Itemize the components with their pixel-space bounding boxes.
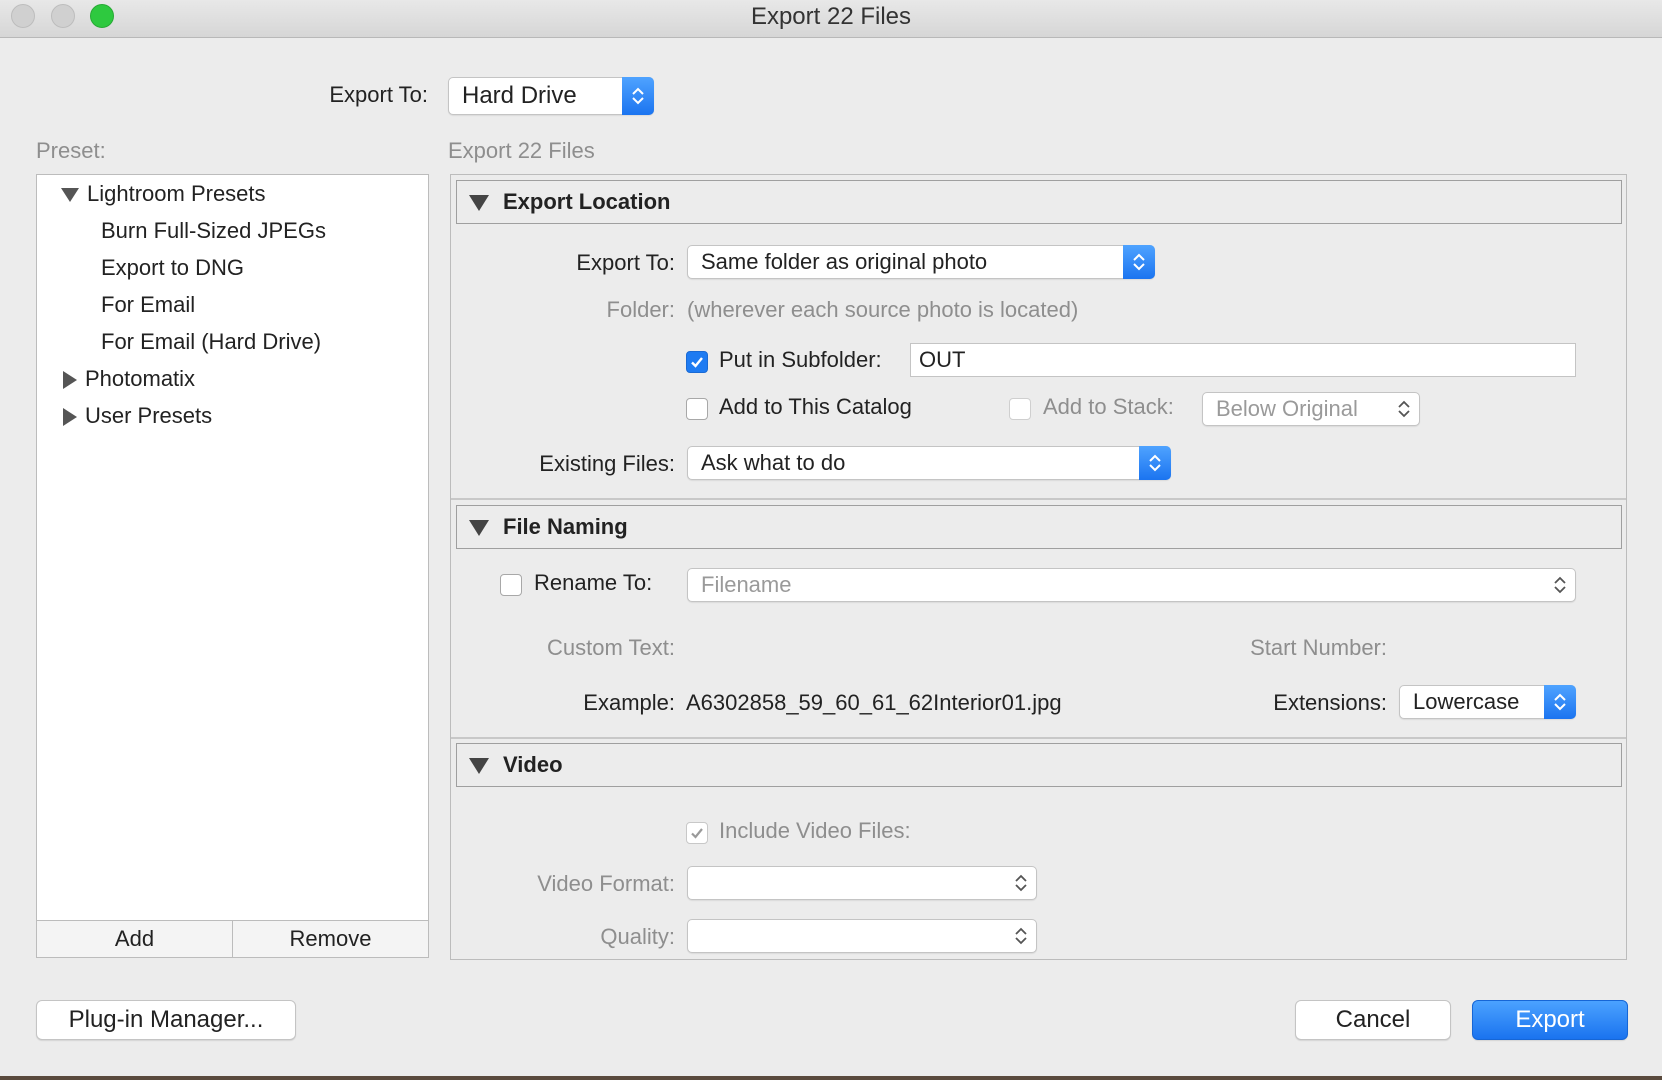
start-number-label: Start Number: (1250, 635, 1387, 660)
plugin-manager-button[interactable]: Plug-in Manager... (36, 1000, 296, 1040)
preset-group-lightroom[interactable]: Lightroom Presets (61, 181, 266, 207)
section-divider (451, 737, 1626, 739)
extensions-label: Extensions: (1273, 690, 1387, 715)
rename-to-checkbox[interactable] (500, 574, 522, 596)
preset-list: Lightroom Presets Burn Full-Sized JPEGs … (36, 174, 429, 958)
export-to-label: Export To: (329, 82, 428, 107)
folder-value: (wherever each source photo is located) (687, 297, 1079, 322)
rename-to-label: Rename To: (534, 570, 653, 595)
put-in-subfolder-label: Put in Subfolder: (719, 347, 882, 372)
chevron-updown-icon (1123, 245, 1155, 279)
include-video-checkbox[interactable] (686, 822, 708, 844)
preset-group-photomatix[interactable]: Photomatix (63, 366, 195, 392)
chevron-updown-icon (1005, 919, 1037, 953)
remove-preset-button[interactable]: Remove (232, 921, 428, 957)
disclosure-triangle-icon (469, 520, 489, 536)
chevron-updown-icon (622, 77, 654, 115)
section-divider (451, 498, 1626, 500)
preset-item[interactable]: Export to DNG (101, 255, 244, 281)
disclosure-triangle-icon (63, 371, 77, 390)
quality-label: Quality: (600, 924, 675, 949)
section-video[interactable]: Video (456, 743, 1622, 787)
export-to-popup[interactable]: Hard Drive (448, 77, 654, 115)
disclosure-triangle-icon (469, 195, 489, 211)
add-to-stack-checkbox[interactable] (1009, 398, 1031, 420)
disclosure-triangle-icon (61, 188, 79, 203)
chevron-updown-icon (1388, 392, 1420, 426)
custom-text-label: Custom Text: (547, 635, 675, 660)
location-export-to-popup[interactable]: Same folder as original photo (687, 245, 1155, 279)
section-file-naming[interactable]: File Naming (456, 505, 1622, 549)
add-preset-button[interactable]: Add (37, 921, 232, 957)
desktop-edge (0, 1076, 1662, 1080)
chevron-updown-icon (1005, 866, 1037, 900)
existing-files-label: Existing Files: (539, 451, 675, 476)
location-export-to-label: Export To: (576, 250, 675, 275)
rename-template-popup[interactable]: Filename (687, 568, 1576, 602)
checkmark-icon (691, 828, 703, 839)
add-to-catalog-checkbox[interactable] (686, 398, 708, 420)
existing-files-popup[interactable]: Ask what to do (687, 446, 1171, 480)
stack-position-popup[interactable]: Below Original (1202, 392, 1420, 426)
cancel-button[interactable]: Cancel (1295, 1000, 1451, 1040)
disclosure-triangle-icon (63, 408, 77, 427)
extensions-popup[interactable]: Lowercase (1399, 685, 1576, 719)
add-to-stack-label: Add to Stack: (1043, 394, 1174, 419)
export-settings-panel: Export Location Export To: Same folder a… (450, 174, 1627, 960)
preset-item[interactable]: Burn Full-Sized JPEGs (101, 218, 326, 244)
checkmark-icon (691, 357, 703, 368)
preset-label: Preset: (36, 138, 106, 163)
example-label: Example: (583, 690, 675, 715)
video-quality-popup[interactable] (687, 919, 1037, 953)
chevron-updown-icon (1544, 568, 1576, 602)
preset-item[interactable]: For Email (101, 292, 195, 318)
preset-item[interactable]: For Email (Hard Drive) (101, 329, 321, 355)
example-filename: A6302858_59_60_61_62Interior01.jpg (686, 690, 1062, 715)
chevron-updown-icon (1544, 685, 1576, 719)
subfolder-name-input[interactable]: OUT (910, 343, 1576, 377)
add-to-catalog-label: Add to This Catalog (719, 394, 912, 419)
video-format-popup[interactable] (687, 866, 1037, 900)
export-to-value: Hard Drive (462, 82, 577, 109)
title-bar: Export 22 Files (0, 0, 1662, 38)
video-format-label: Video Format: (537, 871, 675, 896)
window-title: Export 22 Files (750, 3, 912, 30)
folder-label: Folder: (606, 297, 675, 322)
export-button[interactable]: Export (1472, 1000, 1628, 1040)
main-heading: Export 22 Files (448, 138, 595, 163)
include-video-label: Include Video Files: (719, 818, 911, 843)
preset-group-user[interactable]: User Presets (63, 403, 212, 429)
preset-buttons: Add Remove (36, 920, 429, 958)
put-in-subfolder-checkbox[interactable] (686, 351, 708, 373)
disclosure-triangle-icon (469, 758, 489, 774)
chevron-updown-icon (1139, 446, 1171, 480)
section-export-location[interactable]: Export Location (456, 180, 1622, 224)
